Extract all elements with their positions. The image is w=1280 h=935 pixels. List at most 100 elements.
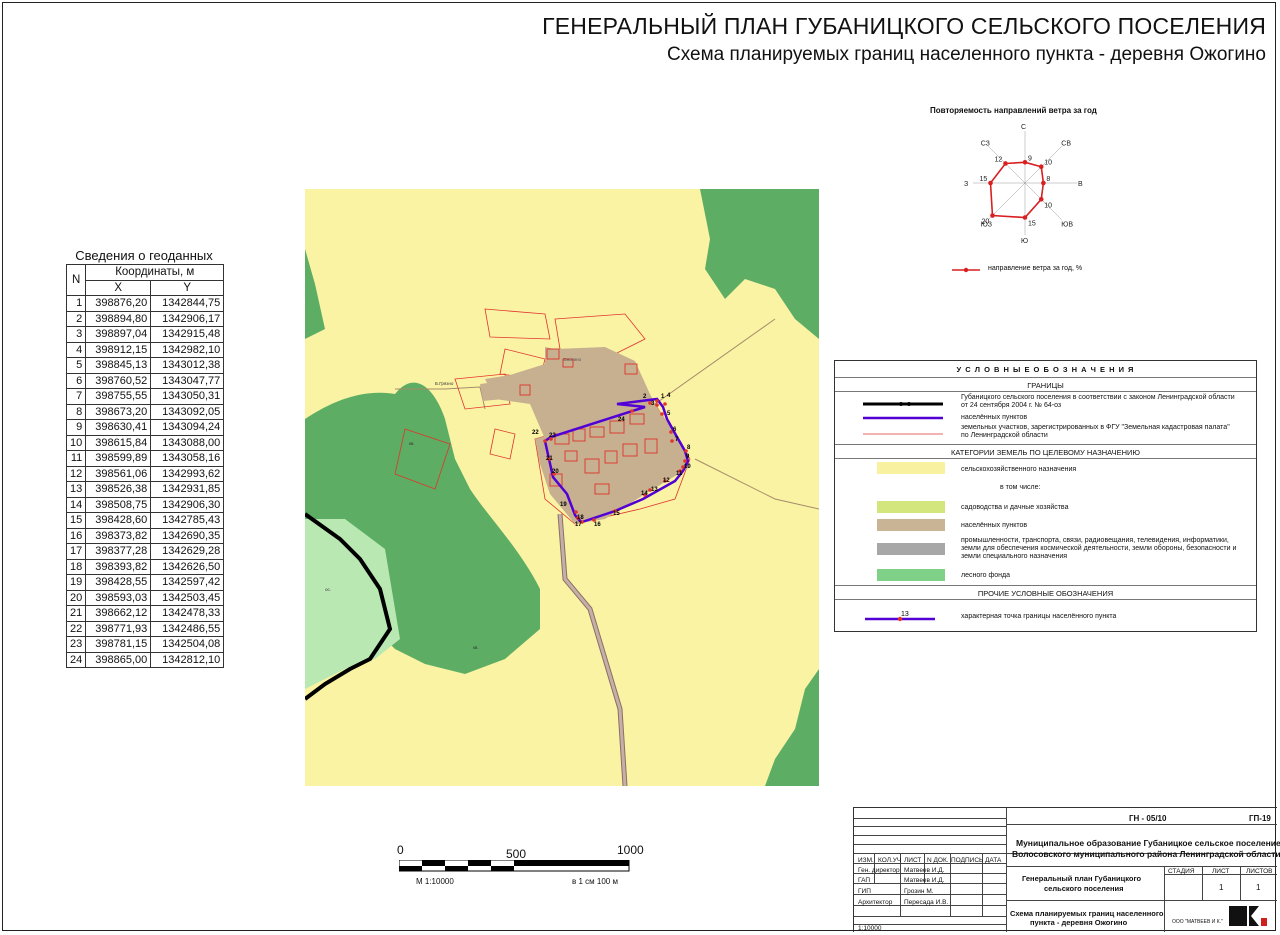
geodata-cell-n: 10	[65, 434, 87, 451]
wind-direction-label: З	[964, 181, 968, 188]
geodata-row: 4 398912,15 1342982,10	[65, 341, 225, 358]
geodata-row: 11 398599,89 1343058,16	[65, 450, 225, 467]
stamp-company: ООО "МАТВЕЕВ И К."	[1172, 919, 1223, 925]
legend-boundary-point-symbol: 13	[865, 611, 935, 622]
geodata-cell-x: 398428,55	[85, 574, 152, 591]
geodata-cell-y: 1342478,33	[150, 605, 225, 622]
geodata-cell-n: 21	[65, 605, 87, 622]
geodata-cell-n: 19	[65, 574, 87, 591]
geodata-cell-x: 398894,80	[85, 310, 152, 327]
boundary-point	[670, 439, 674, 443]
geodata-cell-x: 398428,60	[85, 512, 152, 529]
wind-value-label: 15	[980, 176, 988, 183]
legend-settlement-boundary-symbol	[863, 416, 943, 420]
geodata-cell-y: 1342915,48	[150, 326, 225, 343]
geodata-cell-n: 1	[65, 295, 87, 312]
geodata-cell-y: 1342503,45	[150, 589, 225, 606]
stamp-h-data: ДАТА	[985, 857, 1002, 864]
boundary-point-label: 12	[663, 478, 670, 484]
wind-value-label: 10	[1044, 160, 1052, 167]
stamp-sheet-val: 1	[1219, 883, 1224, 892]
stamp-drawing2: пункта - деревня Ожогино	[1030, 918, 1128, 927]
map: 12345678910111213141516171819202122 2324 …	[305, 189, 819, 786]
boundary-point-label: 15	[613, 511, 620, 517]
scale-label-500: 500	[506, 847, 527, 861]
wind-direction-label: СВ	[1061, 141, 1071, 148]
wind-legend-symbol	[952, 267, 980, 273]
stamp-role-1: ГАП	[858, 877, 871, 884]
geodata-cell-n: 5	[65, 357, 87, 374]
legend-c3: населённых пунктов	[961, 522, 1028, 529]
geodata-table: N Координаты, м X Y 1 398876,20 1342844,75…	[65, 264, 225, 668]
geodata-cell-n: 2	[65, 310, 87, 327]
geodata-cell-x: 398865,00	[85, 651, 152, 668]
boundary-point-label: 14	[641, 491, 648, 497]
boundary-point-label: 21	[546, 456, 553, 462]
col-y-header: Y	[150, 279, 225, 296]
geodata-cell-y: 1343058,16	[150, 450, 225, 467]
geodata-cell-x: 398781,15	[85, 636, 152, 653]
stamp-code: ГН - 05/10	[1129, 814, 1167, 823]
geodata-cell-x: 398508,75	[85, 496, 152, 513]
stamp-project2: сельского поселения	[1044, 884, 1124, 893]
legend-swatch-forest	[877, 569, 945, 581]
wind-point	[990, 213, 995, 218]
stamp-role-0: Ген. директор	[858, 867, 900, 874]
wind-direction-label: ЮВ	[1061, 221, 1073, 228]
stamp-sheets-val: 1	[1256, 883, 1261, 892]
wind-value-label: 8	[1046, 176, 1050, 183]
geodata-cell-y: 1343047,77	[150, 372, 225, 389]
stamp-sheet: ЛИСТ	[1212, 868, 1230, 875]
scale-per-cm: в 1 см 100 м	[572, 877, 618, 886]
geodata-row: 1 398876,20 1342844,75	[65, 295, 225, 312]
geodata-cell-y: 1342812,10	[150, 651, 225, 668]
geodata-cell-y: 1342906,17	[150, 310, 225, 327]
geodata-cell-n: 15	[65, 512, 87, 529]
stamp-h-kolych: КОЛ.УЧ	[878, 857, 902, 864]
legend-b1b: от 24 сентября 2004 г. № 64-оз	[961, 402, 1062, 409]
title-block: ГН - 05/10 ГП-19 Муниципальное образован…	[853, 807, 1280, 932]
boundary-point-label: 17	[575, 522, 582, 528]
map-label-forest2: кв.	[473, 645, 479, 650]
wind-point	[1003, 161, 1008, 166]
stamp-sheets: ЛИСТОВ	[1246, 868, 1273, 875]
geodata-cell-y: 1343094,24	[150, 419, 225, 436]
geodata-cell-n: 24	[65, 651, 87, 668]
geodata-cell-y: 1342982,10	[150, 341, 225, 358]
boundary-point-label: 19	[560, 502, 567, 508]
geodata-row: 18 398393,82 1342626,50	[65, 558, 225, 575]
geodata-row: 24 398865,00 1342812,10	[65, 651, 225, 668]
geodata-cell-y: 1342931,85	[150, 481, 225, 498]
boundary-point	[543, 439, 547, 443]
col-n-header: N	[65, 264, 87, 296]
geodata-cell-x: 398630,41	[85, 419, 152, 436]
boundary-point	[630, 409, 634, 413]
geodata-cell-n: 16	[65, 527, 87, 544]
scale-ratio: М 1:10000	[416, 877, 454, 886]
wind-direction-label: Ю	[1021, 238, 1028, 245]
col-x-header: X	[85, 279, 152, 296]
wind-point	[1038, 164, 1044, 170]
scale-bar	[399, 860, 630, 872]
wind-point	[1038, 196, 1044, 202]
stamp-drawing: Схема планируемых границ населенного	[1010, 909, 1164, 918]
map-label-village: Ожогино	[563, 357, 582, 362]
geodata-row: 17 398377,28 1342629,28	[65, 543, 225, 560]
wind-legend-text: направление ветра за год, %	[988, 265, 1083, 272]
wind-value-label: 10	[1044, 202, 1052, 209]
geodata-cell-n: 13	[65, 481, 87, 498]
geodata-cell-x: 398593,03	[85, 589, 152, 606]
geodata-row: 23 398781,15 1342504,08	[65, 636, 225, 653]
legend-b1: Губаницкого сельского поселения в соотве…	[961, 394, 1235, 401]
legend-o1: характерная точка границы населённого пу…	[961, 613, 1117, 620]
legend-b2: населённых пунктов	[961, 414, 1028, 421]
geodata-cell-y: 1342906,30	[150, 496, 225, 513]
geodata-cell-x: 398662,12	[85, 605, 152, 622]
geodata-cell-x: 398760,52	[85, 372, 152, 389]
stamp-h-izm: ИЗМ.	[858, 857, 874, 864]
legend-swatch-industry	[877, 543, 945, 555]
geodata-cell-n: 4	[65, 341, 87, 358]
geodata-cell-n: 7	[65, 388, 87, 405]
geodata-cell-y: 1342597,42	[150, 574, 225, 591]
page-subtitle: Схема планируемых границ населенного пун…	[667, 44, 1266, 65]
